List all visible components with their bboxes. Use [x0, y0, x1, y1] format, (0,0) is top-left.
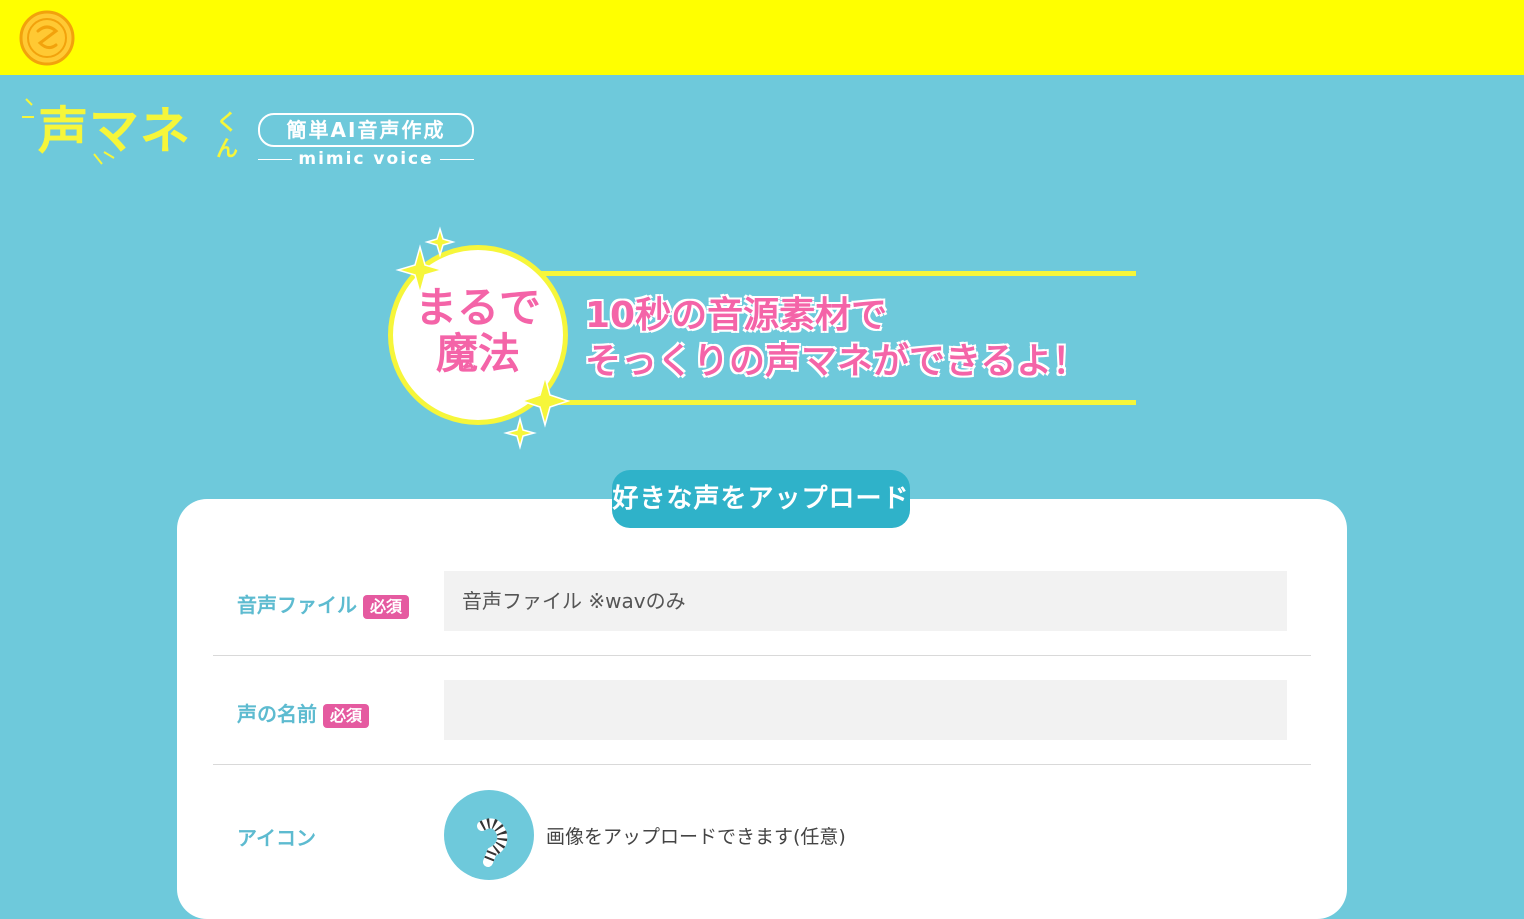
swirl-stamp-icon[interactable] — [18, 9, 76, 67]
hero-circle-text: まるで 魔法 — [414, 283, 541, 378]
voice-name-label-text: 声の名前 — [237, 702, 317, 726]
row-divider — [213, 655, 1311, 656]
default-avatar-icon — [477, 818, 508, 867]
hero-headline: 10秒の音源素材で そっくりの声マネができるよ！ — [585, 293, 1088, 385]
audio-file-label-text: 音声ファイル — [237, 593, 357, 617]
voice-name-input[interactable] — [444, 680, 1287, 740]
icon-upload-note: 画像をアップロードできます(任意) — [546, 826, 846, 848]
audio-file-input[interactable]: 音声ファイル ※wavのみ — [444, 571, 1287, 631]
audio-file-label: 音声ファイル 必須 — [237, 589, 410, 619]
brand-suffix: くん — [216, 111, 239, 162]
brand-logo[interactable]: 声マネ くん 簡単AI音声作成 mimic voice — [20, 95, 490, 180]
brand-subtitle: mimic voice — [258, 149, 474, 169]
top-header-bar — [0, 0, 1524, 75]
hero-bottom-line — [540, 400, 1136, 405]
sparkle-lines-icon — [93, 151, 115, 165]
sparkle-icon — [503, 375, 570, 450]
upload-section-title: 好きな声をアップロード — [612, 470, 910, 528]
icon-upload-button[interactable] — [444, 790, 534, 880]
hero-line-1: 10秒の音源素材で — [585, 295, 888, 336]
sparkle-icon — [395, 226, 456, 295]
hero-banner: まるで 魔法 10秒の音源素材で そっくりの声マネができるよ！ — [380, 225, 1150, 455]
hero-top-line — [540, 271, 1136, 276]
voice-name-label: 声の名前 必須 — [237, 698, 370, 728]
icon-label: アイコン — [237, 826, 316, 850]
required-badge: 必須 — [323, 703, 370, 728]
required-badge: 必須 — [363, 594, 410, 619]
row-divider — [213, 764, 1311, 765]
hero-line-2: そっくりの声マネができるよ！ — [585, 341, 1089, 382]
brand-badge: 簡単AI音声作成 — [258, 113, 474, 147]
